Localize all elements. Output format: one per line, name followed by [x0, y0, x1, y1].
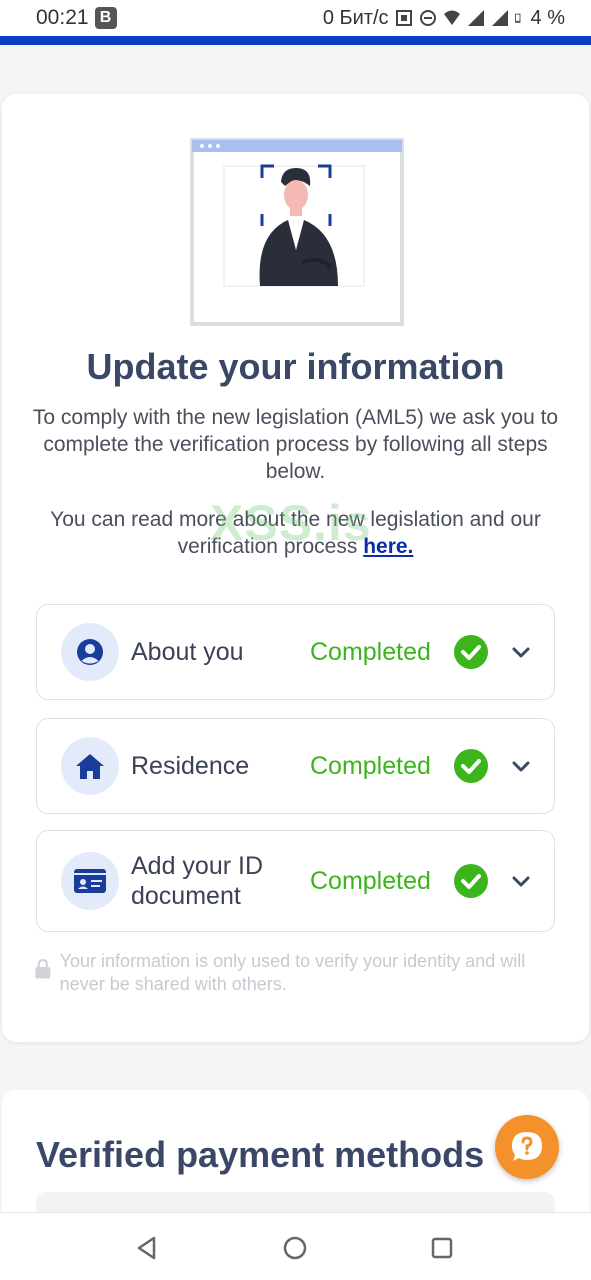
check-circle-icon	[454, 864, 488, 898]
step-status: Completed	[310, 637, 431, 666]
accent-bar	[0, 36, 591, 45]
privacy-note: Your information is only used to verify …	[34, 950, 534, 996]
verification-card: Update your information To comply with t…	[2, 94, 589, 1042]
system-nav-bar	[0, 1212, 591, 1280]
step-status: Completed	[310, 866, 431, 895]
id-card-icon	[74, 869, 106, 893]
intro-text: To comply with the new legislation (AML5…	[32, 406, 559, 483]
chevron-down-icon[interactable]	[510, 641, 532, 663]
face-verification-illustration	[190, 138, 404, 326]
check-circle-icon	[454, 635, 488, 669]
question-chat-icon	[512, 1132, 542, 1161]
check-circle-icon	[454, 749, 488, 783]
recents-icon[interactable]	[429, 1235, 455, 1261]
id-card-icon-circle	[61, 852, 119, 910]
step-about-you[interactable]: About you Completed	[36, 604, 555, 700]
status-bar: 00:21 B 0 Бит/с 4 %	[0, 0, 591, 36]
status-time: 00:21	[36, 6, 89, 29]
step-residence[interactable]: Residence Completed	[36, 718, 555, 814]
step-label: Residence	[131, 752, 250, 780]
home-icon-circle	[61, 737, 119, 795]
page-title: Update your information	[86, 346, 505, 387]
wifi-icon	[443, 10, 460, 25]
user-icon-circle	[61, 623, 119, 681]
step-status: Completed	[310, 751, 431, 780]
help-button[interactable]	[495, 1115, 559, 1179]
back-icon[interactable]	[134, 1235, 160, 1261]
lock-icon	[35, 959, 51, 979]
signal-icon	[467, 10, 484, 26]
signal-2-icon	[491, 10, 508, 26]
battery-level: 4 %	[530, 6, 565, 29]
battery-icon	[514, 13, 520, 23]
chevron-down-icon[interactable]	[510, 755, 532, 777]
screenshot-icon	[395, 10, 412, 26]
app-badge-icon: B	[94, 7, 117, 29]
privacy-text: Your information is only used to verify …	[59, 951, 526, 994]
step-id-document[interactable]: Add your ID document Completed	[36, 830, 555, 932]
network-speed: 0 Бит/с	[322, 6, 389, 29]
step-label: Add your ID document	[131, 852, 264, 910]
user-icon	[77, 639, 103, 665]
chevron-down-icon[interactable]	[510, 870, 532, 892]
home-nav-icon[interactable]	[282, 1235, 308, 1261]
watermark: XSS.is	[210, 495, 372, 551]
home-icon	[76, 754, 104, 779]
dnd-icon	[419, 10, 436, 26]
step-label: About you	[131, 638, 244, 666]
payment-methods-title: Verified payment methods	[36, 1134, 485, 1175]
